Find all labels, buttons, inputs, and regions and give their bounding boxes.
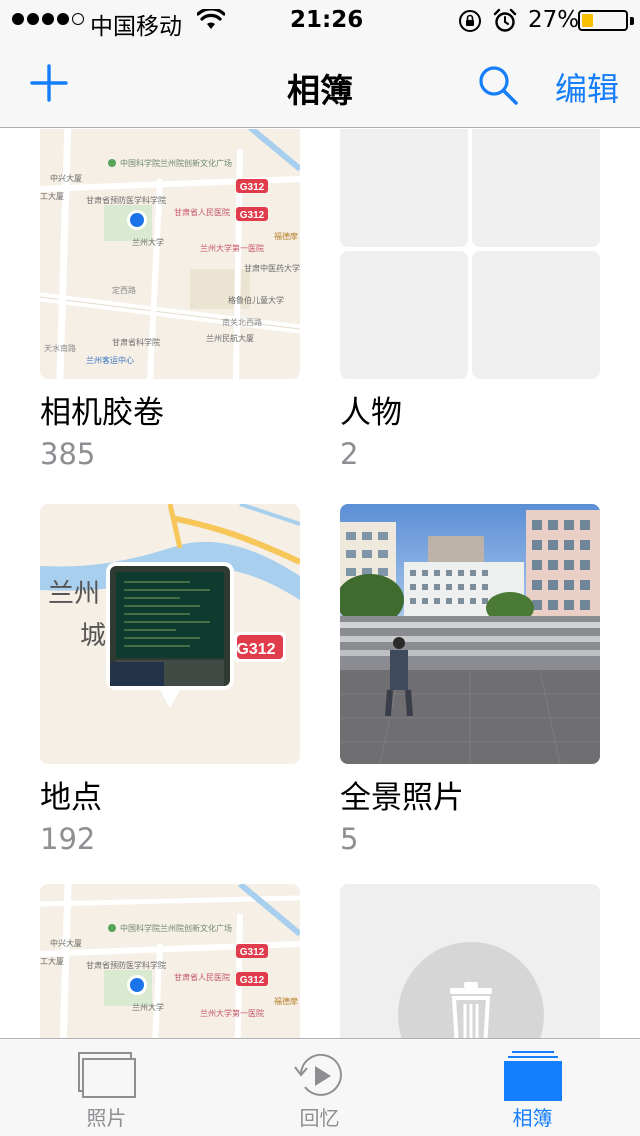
albums-icon bbox=[503, 1051, 562, 1101]
album-thumbnail[interactable]: G312 G312 中国科学院兰州院创新文化广场 中兴大厦 工大厦 甘肃省预防医… bbox=[40, 129, 300, 379]
tab-label: 相簿 bbox=[512, 1106, 553, 1130]
map-label: 工大厦 bbox=[40, 956, 64, 966]
album-thumbnail[interactable]: G312 G312 中国科学院兰州院创新文化广场 中兴大厦 工大厦 甘肃省预防医… bbox=[40, 884, 300, 1038]
map-label: 兰州大学第一医院 bbox=[200, 243, 264, 253]
panorama-photo bbox=[340, 504, 600, 764]
memories-icon bbox=[293, 1053, 342, 1096]
album-panoramas[interactable]: 全景照片 5 bbox=[340, 504, 600, 858]
tab-label: 回忆 bbox=[299, 1106, 340, 1130]
people-placeholder bbox=[472, 251, 600, 379]
album-title: 全景照片 bbox=[340, 780, 464, 816]
album-camera-roll[interactable]: G312 G312 中国科学院兰州院创新文化广场 中兴大厦 工大厦 甘肃省预防医… bbox=[40, 129, 300, 473]
album-thumbnail[interactable]: 兰州 城 G312 bbox=[40, 504, 300, 764]
battery-icon bbox=[578, 10, 628, 31]
map-label: 兰州大学 bbox=[132, 1002, 164, 1012]
album-title: 人物 bbox=[340, 395, 402, 431]
tab-bar: 照片 回忆 相簿 bbox=[0, 1038, 640, 1136]
map-label: 兰州 bbox=[48, 579, 100, 609]
highway-label: G312 bbox=[240, 975, 265, 986]
map-label: 甘肃省人民医院 bbox=[174, 972, 230, 982]
wifi-icon bbox=[197, 9, 225, 29]
people-placeholder bbox=[472, 129, 600, 247]
status-time: 21:26 bbox=[290, 7, 364, 33]
edit-button[interactable]: 编辑 bbox=[555, 64, 619, 110]
map-label: 兰州大学第一医院 bbox=[200, 1008, 264, 1018]
map-label: 中国科学院兰州院创新文化广场 bbox=[120, 158, 232, 168]
album-count: 5 bbox=[340, 822, 359, 856]
album-people[interactable]: 人物 2 bbox=[340, 129, 600, 473]
album-count: 192 bbox=[40, 822, 96, 856]
album-count: 2 bbox=[340, 437, 359, 471]
map-label: 天水南路 bbox=[44, 343, 76, 353]
search-icon[interactable] bbox=[477, 64, 519, 106]
highway-label: G312 bbox=[236, 641, 275, 658]
map-label: 兰州客运中心 bbox=[86, 355, 134, 365]
highway-label: G312 bbox=[240, 210, 265, 221]
map-label: 工大厦 bbox=[40, 191, 64, 201]
album-recently-deleted[interactable] bbox=[340, 884, 600, 1038]
albums-grid: G312 G312 中国科学院兰州院创新文化广场 中兴大厦 工大厦 甘肃省预防医… bbox=[0, 129, 640, 1038]
album-count: 385 bbox=[40, 437, 96, 471]
signal-strength-icon bbox=[12, 13, 84, 25]
battery-percentage: 27% bbox=[528, 7, 580, 33]
navigation-bar: 相簿 编辑 bbox=[0, 40, 640, 128]
map-label: 甘肃中医药大学 bbox=[244, 263, 300, 273]
people-placeholder bbox=[340, 251, 468, 379]
map-thumbnail: G312 G312 中国科学院兰州院创新文化广场 中兴大厦 工大厦 甘肃省预防医… bbox=[40, 884, 300, 1038]
album-title: 相机胶卷 bbox=[40, 395, 164, 431]
map-label: 甘肃省预防医学科学院 bbox=[86, 195, 166, 205]
map-label: 南关北西路 bbox=[222, 317, 262, 327]
page-title: 相簿 bbox=[287, 71, 353, 110]
map-label: 甘肃省人民医院 bbox=[174, 207, 230, 217]
map-label: 福德摩 bbox=[274, 996, 298, 1006]
highway-label: G312 bbox=[240, 182, 265, 193]
album-title: 地点 bbox=[40, 780, 102, 816]
alarm-icon bbox=[493, 8, 517, 32]
places-map-thumbnail: 兰州 城 G312 bbox=[40, 504, 300, 764]
map-thumbnail: G312 G312 中国科学院兰州院创新文化广场 中兴大厦 工大厦 甘肃省预防医… bbox=[40, 129, 300, 379]
plus-icon[interactable] bbox=[30, 64, 68, 102]
highway-label: G312 bbox=[240, 947, 265, 958]
map-label: 中兴大厦 bbox=[50, 173, 82, 183]
photos-icon bbox=[77, 1052, 136, 1098]
trash-icon bbox=[450, 982, 492, 1038]
people-grid bbox=[340, 129, 600, 379]
album-thumbnail[interactable] bbox=[340, 129, 600, 379]
tab-memories[interactable]: 回忆 bbox=[213, 1039, 426, 1136]
people-placeholder bbox=[340, 129, 468, 247]
map-label: 福德摩 bbox=[274, 231, 298, 241]
map-label: 定西路 bbox=[112, 285, 136, 295]
battery-tip bbox=[630, 17, 634, 25]
trash-icon-background bbox=[398, 942, 544, 1038]
tab-albums[interactable]: 相簿 bbox=[426, 1039, 639, 1136]
tab-label: 照片 bbox=[86, 1106, 127, 1130]
map-label: 甘肃省预防医学科学院 bbox=[86, 960, 166, 970]
album-places[interactable]: 兰州 城 G312 地点 192 bbox=[40, 504, 300, 858]
album-thumbnail[interactable] bbox=[340, 504, 600, 764]
map-label: 兰州民航大厦 bbox=[206, 333, 254, 343]
status-bar: 中国移动 21:26 27% bbox=[0, 0, 640, 40]
album-thumbnail[interactable] bbox=[340, 884, 600, 1038]
tab-photos[interactable]: 照片 bbox=[0, 1039, 213, 1136]
map-label: 格鲁伯儿童大学 bbox=[228, 295, 284, 305]
carrier-name: 中国移动 bbox=[90, 14, 182, 40]
map-label: 兰州大学 bbox=[132, 237, 164, 247]
album-map-partial[interactable]: G312 G312 中国科学院兰州院创新文化广场 中兴大厦 工大厦 甘肃省预防医… bbox=[40, 884, 300, 1038]
map-label: 甘肃省科学院 bbox=[112, 337, 160, 347]
rotation-lock-icon bbox=[459, 10, 481, 32]
map-label: 中兴大厦 bbox=[50, 938, 82, 948]
map-label: 中国科学院兰州院创新文化广场 bbox=[120, 923, 232, 933]
map-label: 城 bbox=[80, 621, 106, 651]
